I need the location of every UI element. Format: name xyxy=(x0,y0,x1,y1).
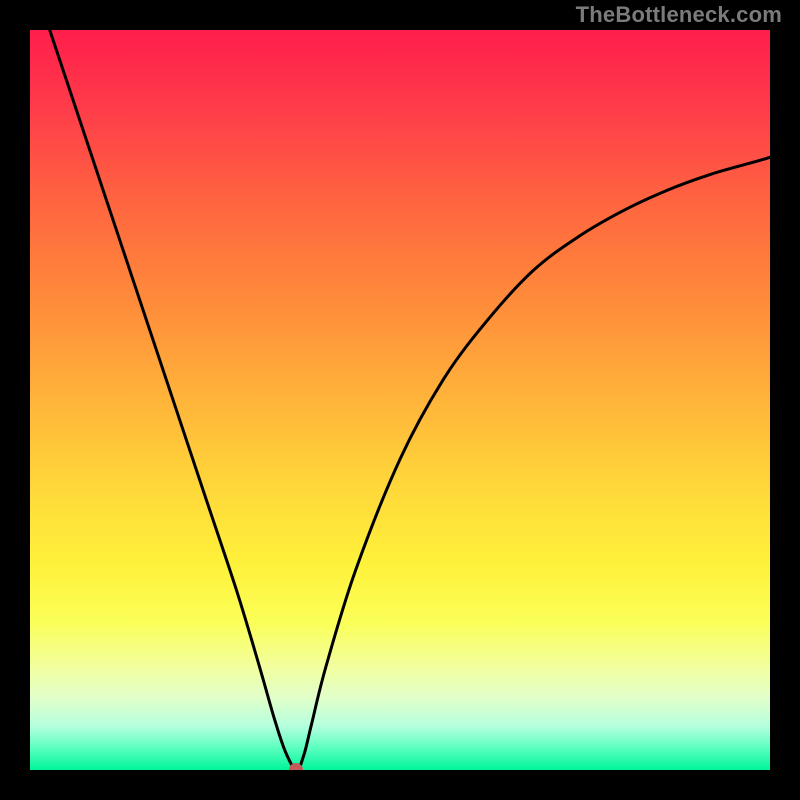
plot-area xyxy=(30,30,770,770)
watermark-text: TheBottleneck.com xyxy=(576,2,782,28)
minimum-point-marker xyxy=(289,763,303,770)
chart-frame: TheBottleneck.com xyxy=(0,0,800,800)
bottleneck-curve xyxy=(30,30,770,770)
